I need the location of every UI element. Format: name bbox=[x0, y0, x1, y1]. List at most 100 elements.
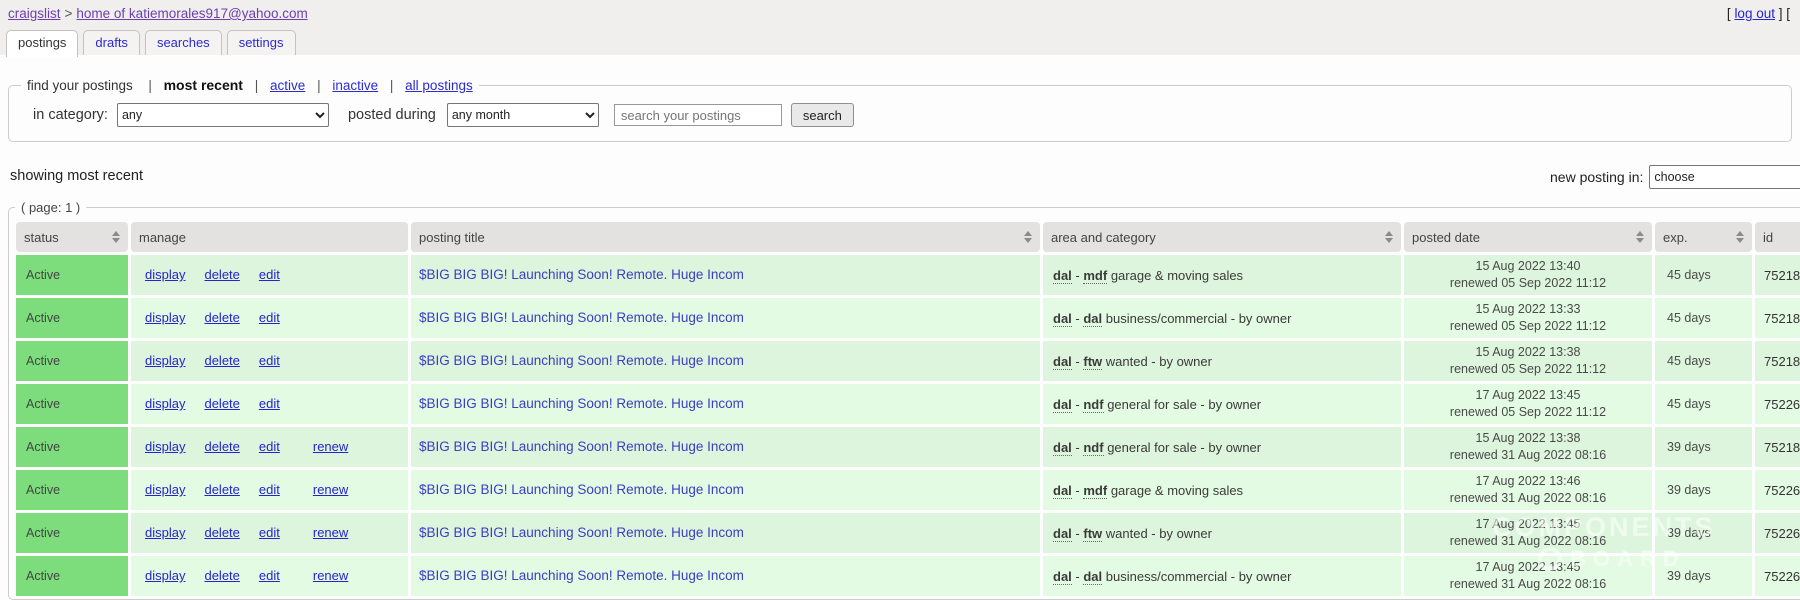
posting-row: Active displaydeleteedit $BIG BIG BIG! L… bbox=[16, 341, 1800, 381]
view-all-postings[interactable]: all postings bbox=[405, 78, 473, 93]
posting-title-link[interactable]: $BIG BIG BIG! Launching Soon! Remote. Hu… bbox=[419, 310, 744, 325]
posting-id-cell: 7521807 bbox=[1755, 341, 1800, 381]
sort-icon bbox=[1385, 231, 1393, 243]
view-inactive[interactable]: inactive bbox=[332, 78, 378, 93]
new-posting-group: new posting in: choose bbox=[1550, 165, 1800, 189]
edit-link[interactable]: edit bbox=[259, 482, 280, 497]
search-input[interactable] bbox=[614, 104, 782, 126]
renew-link[interactable]: renew bbox=[313, 482, 348, 497]
column-header-exp[interactable]: exp. bbox=[1655, 222, 1752, 252]
edit-link[interactable]: edit bbox=[259, 439, 280, 454]
delete-link[interactable]: delete bbox=[204, 396, 239, 411]
posting-title-link[interactable]: $BIG BIG BIG! Launching Soon! Remote. Hu… bbox=[419, 525, 744, 540]
view-active[interactable]: active bbox=[270, 78, 305, 93]
account-actions: [ log out ] [ bbox=[1727, 6, 1792, 21]
area-category-cell: dal - ndf general for sale - by owner bbox=[1043, 427, 1401, 467]
delete-link[interactable]: delete bbox=[204, 267, 239, 282]
posting-title-link[interactable]: $BIG BIG BIG! Launching Soon! Remote. Hu… bbox=[419, 396, 744, 411]
renew-link[interactable]: renew bbox=[313, 525, 348, 540]
column-header-manage[interactable]: manage bbox=[131, 222, 408, 252]
page-fieldset: ( page: 1 ) status manage posting title … bbox=[8, 200, 1800, 600]
search-button[interactable]: search bbox=[791, 103, 854, 127]
edit-link[interactable]: edit bbox=[259, 525, 280, 540]
posting-title-link[interactable]: $BIG BIG BIG! Launching Soon! Remote. Hu… bbox=[419, 439, 744, 454]
edit-link[interactable]: edit bbox=[259, 353, 280, 368]
month-select[interactable]: any month bbox=[447, 103, 599, 127]
posting-id-cell: 7522667 bbox=[1755, 513, 1800, 553]
filter-row: in category: any posted during any month… bbox=[21, 103, 1779, 127]
manage-cell: display delete edit renew bbox=[131, 470, 408, 510]
display-link[interactable]: display bbox=[145, 482, 185, 497]
column-header-id[interactable]: id bbox=[1755, 222, 1800, 252]
subarea-abbr: dal bbox=[1083, 569, 1102, 585]
delete-link[interactable]: delete bbox=[204, 439, 239, 454]
category-select[interactable]: any bbox=[117, 103, 329, 127]
delete-link[interactable]: delete bbox=[204, 310, 239, 325]
posted-date: 17 Aug 2022 13:45 bbox=[1408, 559, 1648, 577]
edit-link[interactable]: edit bbox=[259, 568, 280, 583]
posting-title-link[interactable]: $BIG BIG BIG! Launching Soon! Remote. Hu… bbox=[419, 353, 744, 368]
posting-title-link[interactable]: $BIG BIG BIG! Launching Soon! Remote. Hu… bbox=[419, 482, 744, 497]
separator: | bbox=[145, 78, 152, 93]
tab-searches[interactable]: searches bbox=[145, 30, 222, 55]
posted-date-cell: 15 Aug 2022 13:38renewed 31 Aug 2022 08:… bbox=[1404, 427, 1652, 467]
renewed-date: renewed 05 Sep 2022 11:12 bbox=[1408, 361, 1648, 379]
edit-link[interactable]: edit bbox=[259, 310, 280, 325]
display-link[interactable]: display bbox=[145, 396, 185, 411]
delete-link[interactable]: delete bbox=[204, 353, 239, 368]
status-badge: Active bbox=[16, 556, 128, 596]
craigslist-link[interactable]: craigslist bbox=[8, 6, 61, 21]
manage-cell: display delete edit bbox=[131, 384, 408, 424]
tab-settings[interactable]: settings bbox=[227, 30, 296, 55]
new-posting-select[interactable]: choose bbox=[1649, 165, 1800, 189]
renewed-date: renewed 31 Aug 2022 08:16 bbox=[1408, 490, 1648, 508]
tab-drafts[interactable]: drafts bbox=[83, 30, 140, 55]
tab-postings[interactable]: postings bbox=[6, 30, 78, 57]
posting-title-link[interactable]: $BIG BIG BIG! Launching Soon! Remote. Hu… bbox=[419, 568, 744, 583]
display-link[interactable]: display bbox=[145, 267, 185, 282]
display-link[interactable]: display bbox=[145, 568, 185, 583]
in-category-label: in category: bbox=[33, 107, 108, 123]
breadcrumb: craigslist>home of katiemorales917@yahoo… bbox=[8, 6, 308, 21]
posting-id-cell: 7521807 bbox=[1755, 427, 1800, 467]
title-cell: $BIG BIG BIG! Launching Soon! Remote. Hu… bbox=[411, 255, 1040, 295]
delete-link[interactable]: delete bbox=[204, 525, 239, 540]
posting-title-link[interactable]: $BIG BIG BIG! Launching Soon! Remote. Hu… bbox=[419, 267, 744, 282]
separator: | bbox=[317, 78, 321, 93]
log-out-link[interactable]: log out bbox=[1734, 6, 1775, 21]
subarea-abbr: ndf bbox=[1083, 440, 1103, 456]
account-home-link[interactable]: home of katiemorales917@yahoo.com bbox=[76, 6, 307, 21]
area-category-cell: dal - dal business/commercial - by owner bbox=[1043, 298, 1401, 338]
display-link[interactable]: display bbox=[145, 525, 185, 540]
area-category-cell: dal - mdf garage & moving sales bbox=[1043, 255, 1401, 295]
posted-date-cell: 17 Aug 2022 13:46renewed 31 Aug 2022 08:… bbox=[1404, 470, 1652, 510]
posting-id-cell: 7522667 bbox=[1755, 384, 1800, 424]
status-badge: Active bbox=[16, 298, 128, 338]
delete-link[interactable]: delete bbox=[204, 568, 239, 583]
view-most-recent[interactable]: most recent bbox=[164, 77, 243, 93]
column-header-status[interactable]: status bbox=[16, 222, 128, 252]
edit-link[interactable]: edit bbox=[259, 267, 280, 282]
display-link[interactable]: display bbox=[145, 353, 185, 368]
expiration-cell: 45 days bbox=[1655, 341, 1752, 381]
renew-link[interactable]: renew bbox=[313, 439, 348, 454]
column-header-area-category[interactable]: area and category bbox=[1043, 222, 1401, 252]
column-header-posted-date[interactable]: posted date bbox=[1404, 222, 1652, 252]
display-link[interactable]: display bbox=[145, 310, 185, 325]
status-badge: Active bbox=[16, 384, 128, 424]
edit-link[interactable]: edit bbox=[259, 396, 280, 411]
delete-link[interactable]: delete bbox=[204, 482, 239, 497]
status-badge: Active bbox=[16, 255, 128, 295]
find-postings-label: find your postings bbox=[27, 78, 133, 93]
column-header-posting-title[interactable]: posting title bbox=[411, 222, 1040, 252]
find-postings-fieldset: find your postings | most recent | activ… bbox=[8, 77, 1792, 142]
separator: | bbox=[255, 78, 259, 93]
status-badge: Active bbox=[16, 513, 128, 553]
posted-date: 17 Aug 2022 13:46 bbox=[1408, 473, 1648, 491]
area-category-cell: dal - ndf general for sale - by owner bbox=[1043, 384, 1401, 424]
display-link[interactable]: display bbox=[145, 439, 185, 454]
area-abbr: dal bbox=[1053, 526, 1072, 542]
subarea-abbr: mdf bbox=[1083, 483, 1107, 499]
subarea-abbr: ftw bbox=[1083, 526, 1102, 542]
renew-link[interactable]: renew bbox=[313, 568, 348, 583]
